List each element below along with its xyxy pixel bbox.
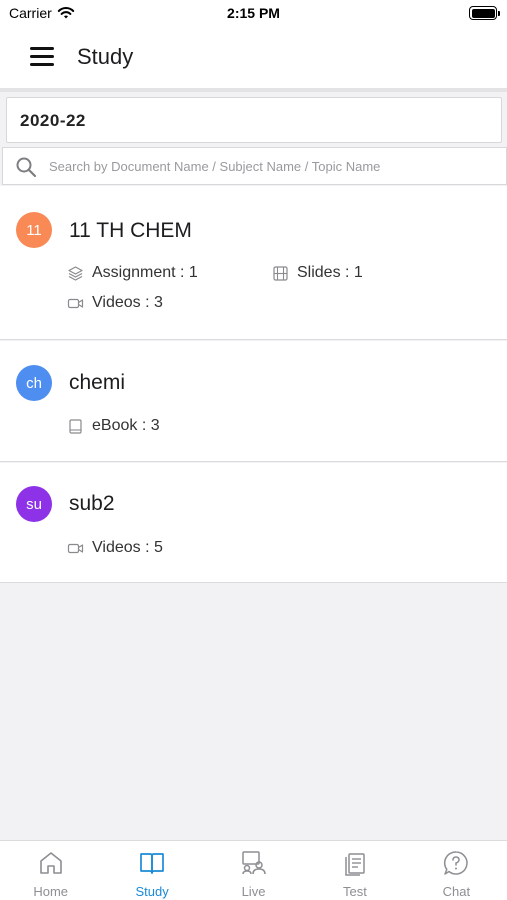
tab-test[interactable]: Test bbox=[304, 841, 405, 900]
videos-count[interactable]: Videos : 3 bbox=[67, 294, 163, 312]
search-input[interactable] bbox=[49, 148, 499, 184]
assignment-label: Assignment : 1 bbox=[92, 264, 198, 281]
hamburger-menu-icon[interactable] bbox=[30, 47, 54, 67]
tab-label: Home bbox=[33, 884, 69, 899]
subject-name: chemi bbox=[69, 371, 126, 394]
app-header: Study bbox=[0, 26, 507, 92]
video-camera-icon bbox=[67, 543, 84, 553]
tab-label: Test bbox=[343, 884, 367, 899]
tab-chat[interactable]: Chat bbox=[406, 841, 507, 900]
layers-icon bbox=[68, 265, 83, 281]
subject-name: sub2 bbox=[69, 492, 115, 515]
ebook-icon bbox=[69, 418, 82, 434]
slides-icon bbox=[273, 265, 288, 281]
subject-name: 11 TH CHEM bbox=[69, 219, 192, 242]
slides-label: Slides : 1 bbox=[297, 264, 363, 281]
video-camera-icon bbox=[67, 298, 84, 308]
bottom-tab-bar: Home Study Live Test Chat bbox=[0, 840, 507, 900]
tab-label: Live bbox=[241, 884, 266, 899]
videos-label: Videos : 3 bbox=[92, 294, 163, 311]
subject-card-11-th-chem[interactable]: 11 11 TH CHEM Assignment : 1 Slides : 1 … bbox=[0, 186, 507, 340]
home-icon bbox=[39, 852, 62, 874]
subject-avatar: 11 bbox=[16, 212, 52, 248]
book-icon bbox=[140, 853, 164, 874]
subject-card-chemi[interactable]: ch chemi eBook : 3 bbox=[0, 341, 507, 462]
slides-count[interactable]: Slides : 1 bbox=[272, 264, 363, 282]
tab-label: Study bbox=[135, 884, 169, 899]
videos-count[interactable]: Videos : 5 bbox=[67, 539, 163, 557]
assignment-count[interactable]: Assignment : 1 bbox=[67, 264, 198, 282]
ebook-label: eBook : 3 bbox=[92, 417, 160, 434]
page-title: Study bbox=[77, 44, 134, 69]
status-bar: Carrier 2:15 PM bbox=[0, 0, 507, 26]
tab-label: Chat bbox=[442, 884, 471, 899]
test-icon bbox=[345, 853, 365, 876]
subject-avatar: su bbox=[16, 486, 52, 522]
search-icon bbox=[16, 157, 37, 178]
subject-avatar: ch bbox=[16, 365, 52, 401]
tab-live[interactable]: Live bbox=[203, 841, 304, 900]
live-class-icon bbox=[241, 851, 266, 875]
tab-study[interactable]: Study bbox=[101, 841, 202, 900]
battery-icon bbox=[469, 6, 500, 20]
clock: 2:15 PM bbox=[227, 5, 280, 21]
search-bar bbox=[2, 147, 507, 185]
academic-year-selector[interactable]: 2020-22 bbox=[6, 97, 502, 143]
subject-card-sub2[interactable]: su sub2 Videos : 5 bbox=[0, 463, 507, 583]
tab-home[interactable]: Home bbox=[0, 841, 101, 900]
ebook-count[interactable]: eBook : 3 bbox=[67, 417, 160, 435]
videos-label: Videos : 5 bbox=[92, 539, 163, 556]
chat-icon bbox=[444, 851, 468, 875]
